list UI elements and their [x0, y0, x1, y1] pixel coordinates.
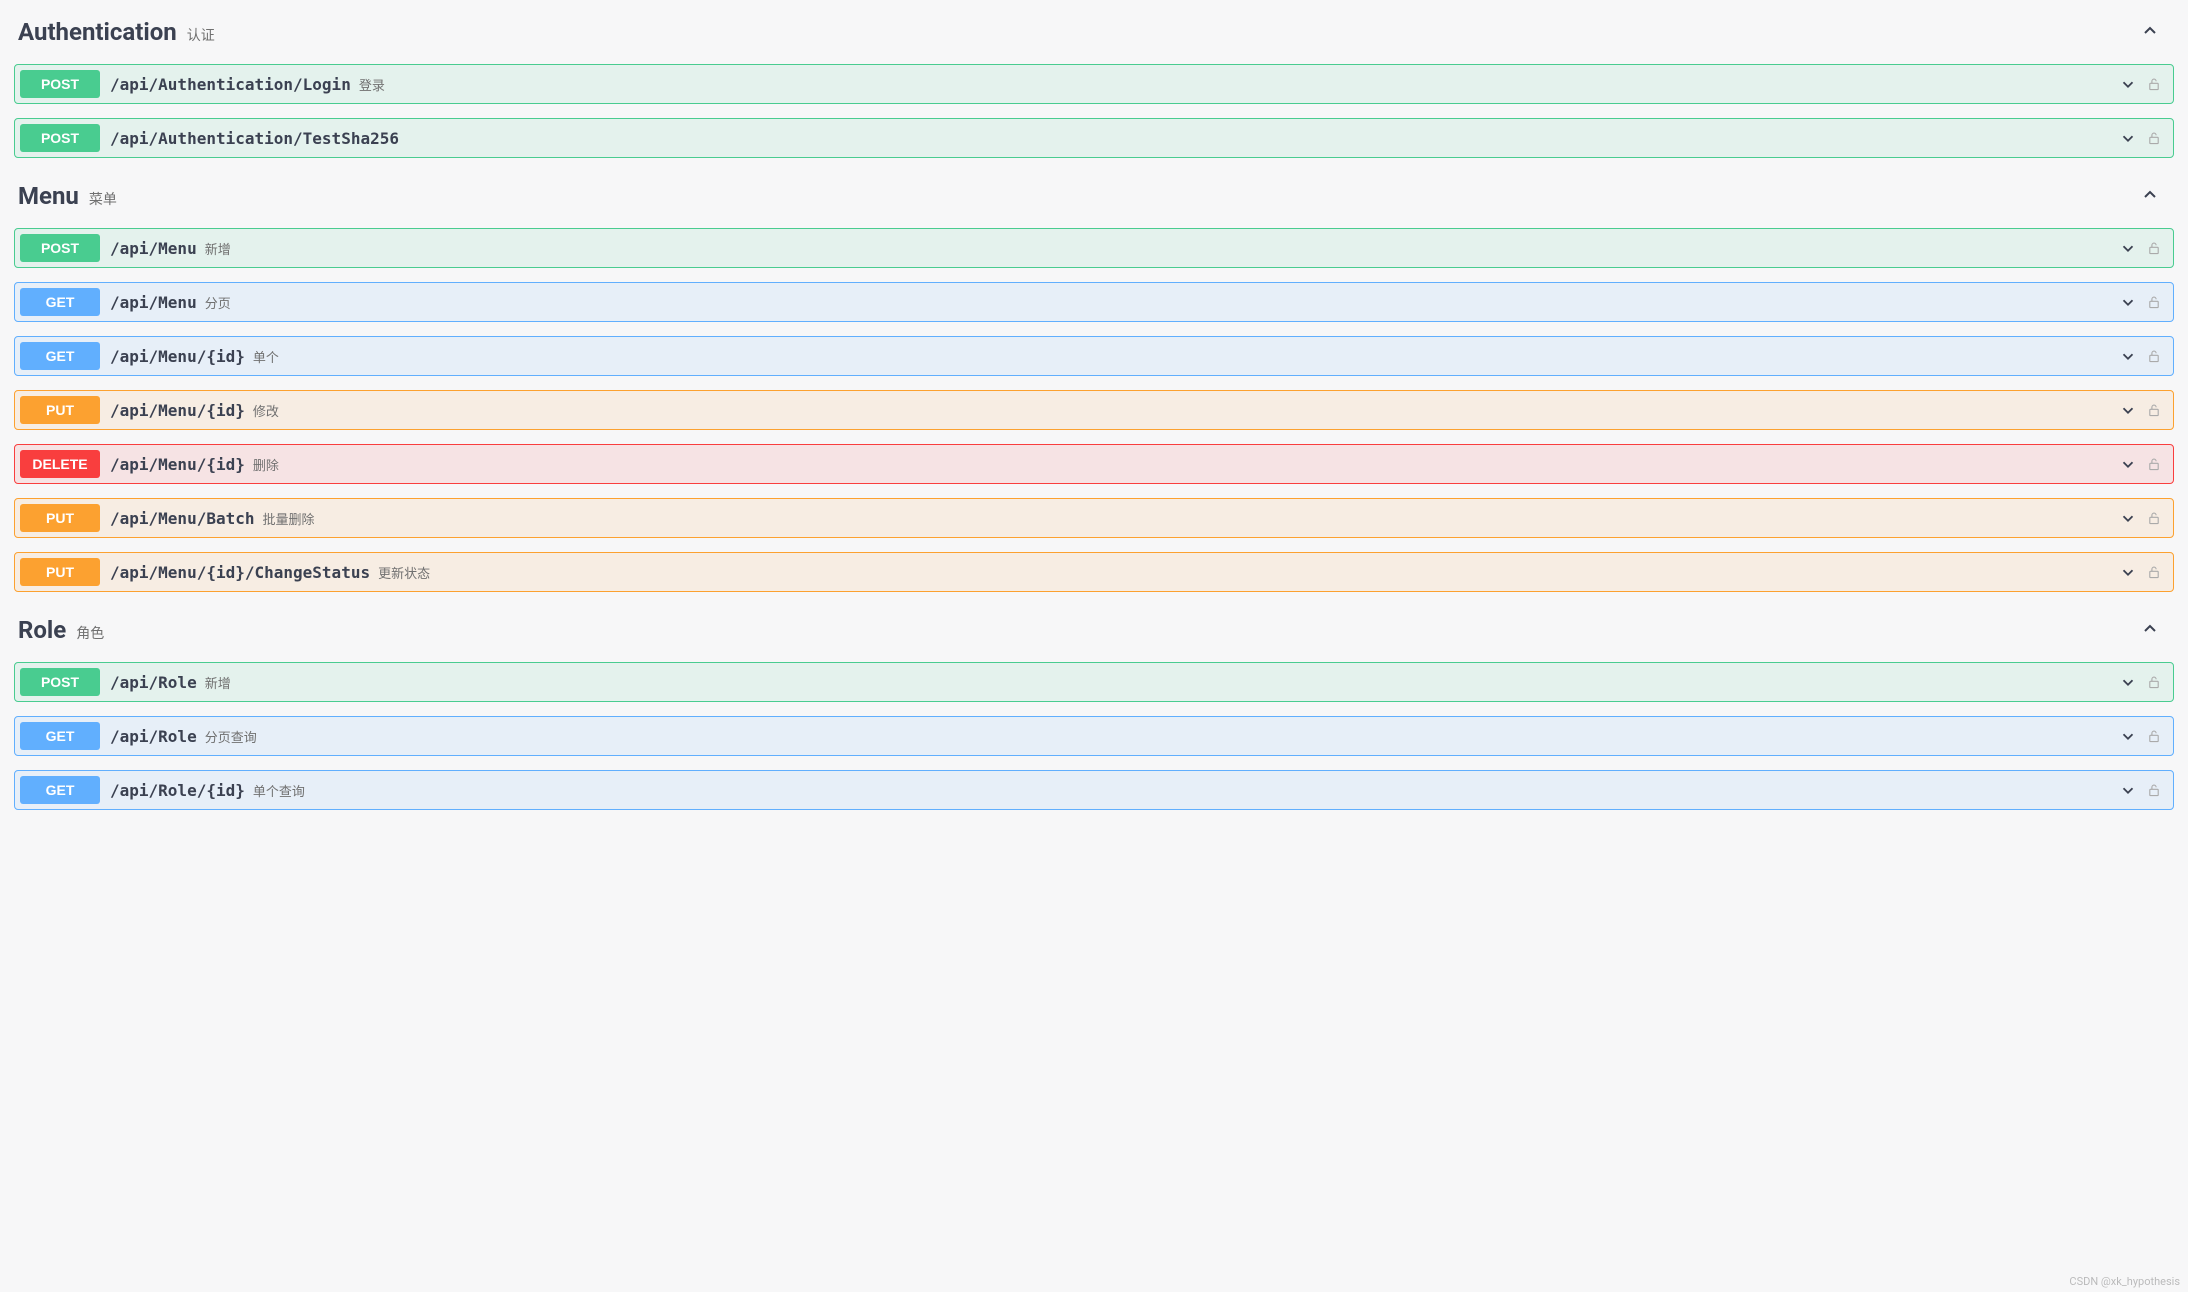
lock-icon[interactable] — [2144, 672, 2164, 692]
endpoint-row[interactable]: POST/api/Authentication/Login 登录 — [14, 64, 2174, 104]
method-badge: PUT — [20, 558, 100, 586]
endpoint-row[interactable]: POST/api/Authentication/TestSha256 — [14, 118, 2174, 158]
endpoint-path: /api/Menu — [110, 293, 197, 312]
method-badge: PUT — [20, 396, 100, 424]
section-title: Menu — [18, 182, 79, 210]
chevron-up-icon[interactable] — [2140, 20, 2160, 40]
endpoint-desc: 登录 — [359, 75, 385, 94]
chevron-down-icon[interactable] — [2118, 128, 2138, 148]
chevron-up-icon[interactable] — [2140, 184, 2160, 204]
section-title: Role — [18, 616, 66, 644]
endpoint-path: /api/Menu/{id} — [110, 347, 245, 366]
endpoint-desc: 单个 — [253, 347, 279, 366]
chevron-down-icon[interactable] — [2118, 780, 2138, 800]
endpoint-path: /api/Authentication/TestSha256 — [110, 129, 399, 148]
section-desc: 菜单 — [89, 189, 117, 209]
method-badge: GET — [20, 722, 100, 750]
lock-icon[interactable] — [2144, 454, 2164, 474]
chevron-down-icon[interactable] — [2118, 508, 2138, 528]
section-title: Authentication — [18, 18, 177, 46]
chevron-down-icon[interactable] — [2118, 562, 2138, 582]
chevron-down-icon[interactable] — [2118, 292, 2138, 312]
endpoint-desc: 分页查询 — [205, 727, 257, 746]
lock-icon[interactable] — [2144, 400, 2164, 420]
watermark: CSDN @xk_hypothesis — [2069, 1275, 2180, 1288]
endpoint-desc: 新增 — [205, 239, 231, 258]
method-badge: GET — [20, 342, 100, 370]
method-badge: GET — [20, 288, 100, 316]
lock-icon[interactable] — [2144, 292, 2164, 312]
endpoint-desc: 单个查询 — [253, 781, 305, 800]
chevron-down-icon[interactable] — [2118, 726, 2138, 746]
chevron-down-icon[interactable] — [2118, 672, 2138, 692]
endpoint-row[interactable]: DELETE/api/Menu/{id} 删除 — [14, 444, 2174, 484]
lock-icon[interactable] — [2144, 74, 2164, 94]
lock-icon[interactable] — [2144, 128, 2164, 148]
lock-icon[interactable] — [2144, 780, 2164, 800]
section-header-authentication[interactable]: Authentication 认证 — [14, 8, 2174, 64]
method-badge: POST — [20, 70, 100, 98]
endpoint-path: /api/Role — [110, 727, 197, 746]
endpoint-row[interactable]: GET/api/Role 分页查询 — [14, 716, 2174, 756]
lock-icon[interactable] — [2144, 726, 2164, 746]
lock-icon[interactable] — [2144, 562, 2164, 582]
chevron-up-icon[interactable] — [2140, 618, 2160, 638]
endpoint-desc: 分页 — [205, 293, 231, 312]
method-badge: POST — [20, 668, 100, 696]
method-badge: DELETE — [20, 450, 100, 478]
method-badge: GET — [20, 776, 100, 804]
endpoint-path: /api/Role — [110, 673, 197, 692]
section-header-role[interactable]: Role 角色 — [14, 606, 2174, 662]
endpoint-path: /api/Menu/{id} — [110, 401, 245, 420]
method-badge: POST — [20, 124, 100, 152]
endpoint-desc: 更新状态 — [378, 563, 430, 582]
chevron-down-icon[interactable] — [2118, 454, 2138, 474]
method-badge: PUT — [20, 504, 100, 532]
endpoint-row[interactable]: POST/api/Role 新增 — [14, 662, 2174, 702]
endpoint-row[interactable]: GET/api/Role/{id} 单个查询 — [14, 770, 2174, 810]
endpoint-desc: 批量删除 — [263, 509, 315, 528]
section-desc: 认证 — [187, 25, 215, 45]
chevron-down-icon[interactable] — [2118, 74, 2138, 94]
lock-icon[interactable] — [2144, 508, 2164, 528]
endpoint-desc: 新增 — [205, 673, 231, 692]
lock-icon[interactable] — [2144, 346, 2164, 366]
endpoint-path: /api/Role/{id} — [110, 781, 245, 800]
section-desc: 角色 — [76, 623, 104, 643]
endpoint-row[interactable]: POST/api/Menu 新增 — [14, 228, 2174, 268]
endpoint-row[interactable]: GET/api/Menu/{id} 单个 — [14, 336, 2174, 376]
chevron-down-icon[interactable] — [2118, 238, 2138, 258]
section-header-menu[interactable]: Menu 菜单 — [14, 172, 2174, 228]
endpoint-path: /api/Authentication/Login — [110, 75, 351, 94]
endpoint-desc: 删除 — [253, 455, 279, 474]
endpoint-desc: 修改 — [253, 401, 279, 420]
endpoint-path: /api/Menu/Batch — [110, 509, 255, 528]
endpoint-row[interactable]: PUT/api/Menu/{id} 修改 — [14, 390, 2174, 430]
endpoint-path: /api/Menu — [110, 239, 197, 258]
endpoint-path: /api/Menu/{id} — [110, 455, 245, 474]
endpoint-path: /api/Menu/{id}/ChangeStatus — [110, 563, 370, 582]
endpoint-row[interactable]: PUT/api/Menu/Batch 批量删除 — [14, 498, 2174, 538]
endpoint-row[interactable]: PUT/api/Menu/{id}/ChangeStatus 更新状态 — [14, 552, 2174, 592]
lock-icon[interactable] — [2144, 238, 2164, 258]
chevron-down-icon[interactable] — [2118, 400, 2138, 420]
method-badge: POST — [20, 234, 100, 262]
chevron-down-icon[interactable] — [2118, 346, 2138, 366]
endpoint-row[interactable]: GET/api/Menu 分页 — [14, 282, 2174, 322]
